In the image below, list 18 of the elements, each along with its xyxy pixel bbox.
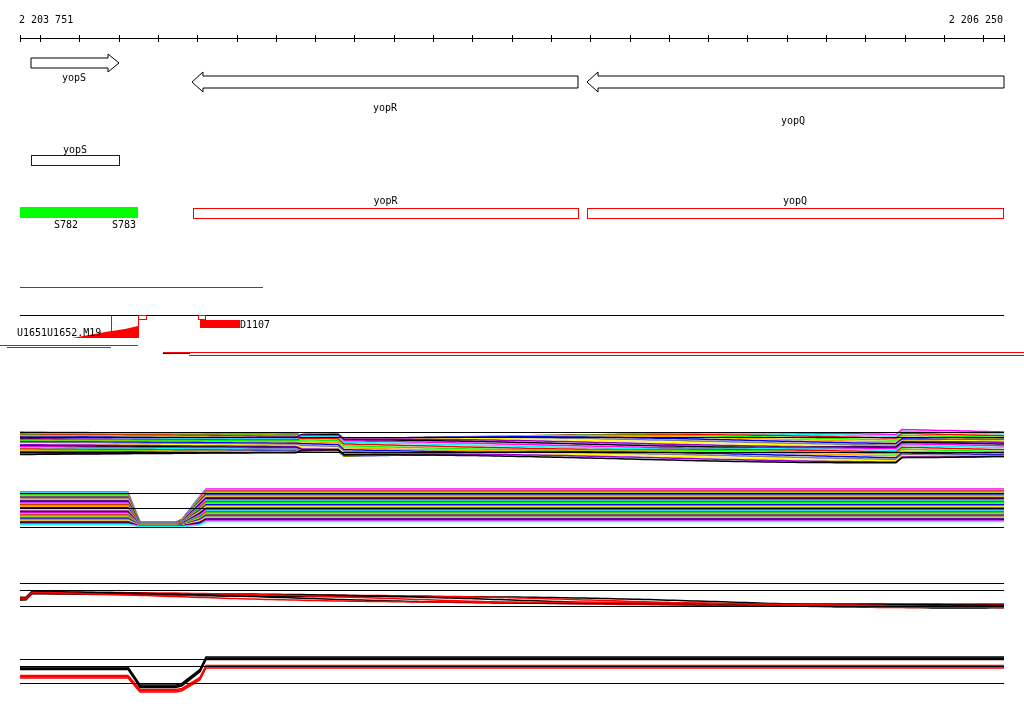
region-label: S782: [53, 219, 79, 230]
gene-label: yopQ: [782, 195, 808, 206]
gene-box[interactable]: [31, 155, 120, 166]
coordinate-label: 2 203 751: [19, 14, 74, 25]
gene-box[interactable]: [587, 208, 1004, 219]
gene-label: yopR: [372, 102, 398, 113]
gene-arrow[interactable]: [191, 71, 579, 93]
region-label: S783: [111, 219, 137, 230]
gene-label: yopQ: [780, 115, 806, 126]
gene-label: yopR: [373, 195, 398, 206]
gene-arrow[interactable]: [30, 53, 120, 73]
gene-box[interactable]: [193, 208, 579, 219]
coordinate-label: 2 206 250: [948, 14, 1003, 25]
gene-label: yopS: [62, 144, 88, 155]
gene-arrow[interactable]: [586, 71, 1005, 93]
read-label: U1651U1652.M19: [17, 327, 102, 338]
gene-label: yopS: [61, 72, 87, 83]
read-label: D1107: [240, 319, 271, 330]
